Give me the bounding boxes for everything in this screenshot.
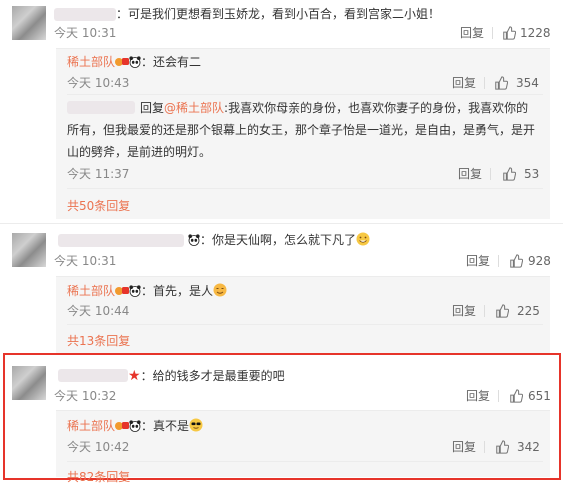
username-blurred[interactable] — [67, 101, 135, 114]
like-count: 354 — [516, 76, 539, 90]
panda-icon — [129, 285, 141, 297]
laughing-emoji-icon — [356, 232, 370, 246]
vip-badge-icon — [115, 58, 130, 66]
like-count: 928 — [528, 254, 551, 268]
avatar[interactable] — [12, 6, 46, 40]
subreply-2-line3: 山的劈斧，是前进的明灯。 — [67, 145, 212, 159]
comment-divider — [0, 223, 563, 224]
comment-time: 今天 10:31 — [54, 26, 117, 40]
like-count: 1228 — [520, 26, 551, 40]
reply-text: :我喜欢你母亲的身份，也喜欢你妻子的身份，我喜欢你的 — [224, 101, 529, 115]
thumbs-up-icon[interactable] — [502, 26, 516, 40]
reply-username[interactable]: 稀土部队 — [67, 284, 115, 298]
comment-body: ：你是天仙啊，怎么就下凡了 — [200, 233, 357, 247]
reply-username[interactable]: 稀土部队 — [67, 419, 115, 433]
reply-time: 今天 10:43 — [67, 76, 130, 90]
thumbs-up-icon[interactable] — [509, 389, 523, 403]
divider — [484, 441, 485, 453]
thumbs-up-icon[interactable] — [502, 167, 516, 181]
reply-text: ：真不是 — [141, 419, 190, 433]
thumbs-up-icon[interactable] — [495, 440, 509, 454]
more-replies-link[interactable]: 共82条回复 — [67, 470, 130, 484]
thumbs-up-icon[interactable] — [509, 254, 523, 268]
sunglasses-emoji-icon — [189, 418, 203, 432]
reply-text: ：还会有二 — [141, 55, 202, 69]
reply-button[interactable]: 回复 — [466, 389, 490, 403]
panda-icon — [188, 234, 200, 246]
vip-badge-icon — [115, 287, 130, 295]
comment-time: 今天 10:32 — [54, 389, 117, 403]
subreply-2-line2: 所有，但我最爱的还是那个银幕上的女王，那个章子怡是一道光，是自由，是勇气，是开 — [67, 123, 536, 137]
reply-button[interactable]: 回复 — [452, 440, 476, 454]
like-count: 651 — [528, 389, 551, 403]
comment-text: ★：给的钱多才是最重要的吧 — [128, 368, 285, 384]
comment-text: ：你是天仙啊，怎么就下凡了 — [188, 232, 370, 248]
divider-line — [67, 188, 543, 189]
like-count: 53 — [524, 167, 540, 181]
smiling-emoji-icon — [213, 283, 227, 297]
divider — [492, 27, 493, 39]
avatar[interactable] — [12, 366, 46, 400]
avatar[interactable] — [12, 233, 46, 267]
reply-time: 今天 10:44 — [67, 304, 130, 318]
star-icon: ★ — [128, 368, 141, 384]
username-blurred[interactable] — [54, 8, 116, 21]
vip-badge-icon — [115, 422, 130, 430]
reply-text: ：首先，是人 — [141, 284, 214, 298]
reply-button[interactable]: 回复 — [460, 26, 484, 40]
panda-icon — [129, 420, 141, 432]
thumbs-up-icon[interactable] — [495, 304, 509, 318]
divider — [498, 255, 499, 267]
panda-icon — [129, 56, 141, 68]
mention-link[interactable]: @稀土部队 — [164, 101, 224, 115]
divider — [498, 390, 499, 402]
subreply-2-line1: 回复@稀土部队:我喜欢你母亲的身份，也喜欢你妻子的身份，我喜欢你的 — [140, 100, 528, 116]
comment-text: ：可是我们更想看到玉娇龙，看到小百合，看到宫家二小姐！ — [116, 7, 441, 21]
comment-time: 今天 10:31 — [54, 254, 117, 268]
divider-line — [67, 324, 543, 325]
username-blurred[interactable] — [58, 234, 184, 247]
more-replies-link[interactable]: 共13条回复 — [67, 334, 130, 348]
comment-body: ：给的钱多才是最重要的吧 — [140, 369, 285, 383]
like-count: 225 — [517, 304, 540, 318]
reply-prefix: 回复 — [140, 101, 165, 115]
divider — [484, 305, 485, 317]
reply-username[interactable]: 稀土部队 — [67, 55, 115, 69]
reply-button[interactable]: 回复 — [452, 304, 476, 318]
divider — [490, 168, 491, 180]
reply-time: 今天 11:37 — [67, 167, 130, 181]
subreply-1: 稀土部队 ：还会有二 — [67, 54, 201, 70]
divider — [484, 77, 485, 89]
reply-button[interactable]: 回复 — [466, 254, 490, 268]
more-replies-link[interactable]: 共50条回复 — [67, 199, 130, 213]
reply-button[interactable]: 回复 — [458, 167, 482, 181]
like-count: 342 — [517, 440, 540, 454]
subreply-1: 稀土部队 ：真不是 — [67, 418, 203, 434]
reply-time: 今天 10:42 — [67, 440, 130, 454]
username-blurred[interactable] — [58, 369, 128, 382]
divider-line — [67, 94, 543, 95]
subreply-1: 稀土部队 ：首先，是人 — [67, 283, 227, 299]
divider-line — [67, 461, 543, 462]
reply-button[interactable]: 回复 — [452, 76, 476, 90]
thumbs-up-icon[interactable] — [494, 76, 508, 90]
